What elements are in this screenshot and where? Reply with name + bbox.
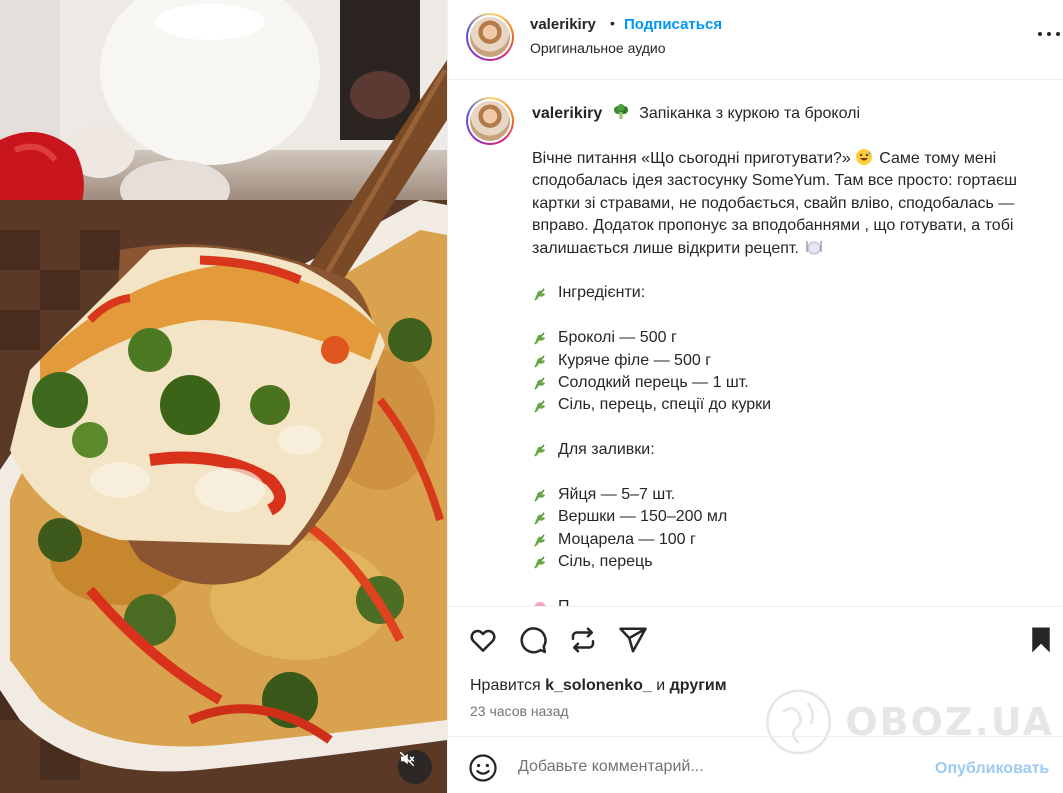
- herb-icon: [534, 512, 545, 524]
- caption-intro: Вічне питання «Що сьогодні приготувати?»…: [532, 148, 1052, 260]
- ingredient-item: Солодкий перець — 1 шт.: [532, 372, 1052, 394]
- post-panel: valerikiry • Подписаться Оригинальное ау…: [447, 0, 1063, 793]
- casserole-photo: [0, 0, 447, 793]
- ingredient-item: Броколі — 500 г: [532, 327, 1052, 349]
- likes-others-link[interactable]: другим: [670, 677, 727, 694]
- likes-summary: Нравится k_solonenko_ и другим: [470, 677, 727, 695]
- comment-bar: Опубликовать: [448, 736, 1063, 793]
- herb-icon: [534, 355, 545, 368]
- herb-icon: [534, 377, 545, 390]
- herb-icon: [534, 444, 545, 457]
- comment-icon[interactable]: [518, 625, 548, 655]
- ingredient-item: Сіль, перець, спеції до курки: [532, 394, 1052, 416]
- follow-button[interactable]: Подписаться: [624, 16, 722, 33]
- comment-input[interactable]: [518, 749, 918, 785]
- ingredient-text: Сіль, перець, спеції до курки: [558, 396, 772, 414]
- broccoli-icon: [613, 104, 628, 119]
- likes-prefix: Нравится: [470, 677, 541, 694]
- caption-avatar[interactable]: [466, 97, 514, 145]
- ingredient-item: Куряче філе — 500 г: [532, 350, 1052, 372]
- ingredient-text: Солодкий перець — 1 шт.: [558, 373, 749, 391]
- likes-and: и: [656, 677, 666, 694]
- caption-title: Запіканка з куркою та броколі: [639, 105, 861, 122]
- filling-heading-text: Для заливки:: [558, 441, 655, 459]
- herb-icon: [534, 489, 545, 502]
- filling-text: Сіль, перець: [558, 553, 653, 571]
- action-bar: Нравится k_solonenko_ и другим 23 часов …: [448, 606, 1063, 755]
- ingredient-text: Броколі — 500 г: [558, 329, 677, 347]
- caption-username[interactable]: valerikiry: [532, 105, 602, 122]
- intro-text-1: Вічне питання «Що сьогодні приготувати?»: [532, 150, 851, 167]
- plate-with-cutlery-icon: [806, 240, 822, 255]
- ingredients-heading-text: Інгредієнти:: [558, 284, 646, 302]
- filling-text: Вершки — 150–200 мл: [558, 508, 728, 526]
- likes-user-link[interactable]: k_solonenko_: [545, 677, 652, 694]
- filling-text: Моцарела — 100 г: [558, 530, 696, 548]
- filling-heading: Для заливки:: [532, 439, 1052, 461]
- avatar[interactable]: [466, 13, 514, 61]
- filling-item: Сіль, перець: [532, 551, 1052, 573]
- post-header: valerikiry • Подписаться Оригинальное ау…: [448, 0, 1063, 80]
- emoji-icon[interactable]: [468, 753, 498, 783]
- herb-icon: [534, 534, 545, 547]
- mute-button[interactable]: [398, 750, 432, 784]
- grinning-sweat-face-icon: [855, 149, 872, 165]
- share-icon[interactable]: [618, 625, 648, 655]
- herb-icon: [534, 556, 545, 569]
- filling-item: Яйця — 5–7 шт.: [532, 484, 1052, 506]
- ingredients-heading: Інгредієнти:: [532, 282, 1052, 304]
- herb-icon: [534, 400, 545, 413]
- cooking-icon: [534, 602, 546, 606]
- filling-text: Яйця — 5–7 шт.: [558, 485, 676, 503]
- filling-item: Моцарела — 100 г: [532, 529, 1052, 551]
- heart-icon[interactable]: [468, 625, 498, 655]
- caption-area: valerikiry Запіканка з куркою та броколі…: [448, 81, 1063, 606]
- caption-body: Вічне питання «Що сьогодні приготувати?»…: [532, 148, 1052, 606]
- herb-icon: [534, 332, 545, 345]
- ingredient-text: Куряче філе — 500 г: [558, 351, 712, 369]
- post-media[interactable]: [0, 0, 447, 793]
- publish-button[interactable]: Опубликовать: [935, 760, 1049, 778]
- bookmark-icon[interactable]: [1026, 625, 1056, 655]
- speaker-muted-icon: [399, 751, 415, 767]
- repost-icon[interactable]: [568, 625, 598, 655]
- next-line-partial: П: [532, 596, 1052, 606]
- herb-icon: [534, 288, 545, 301]
- header-username[interactable]: valerikiry: [530, 16, 596, 33]
- header-separator: •: [610, 15, 615, 31]
- more-options-icon[interactable]: [1038, 32, 1060, 38]
- next-line-text: П: [558, 596, 570, 606]
- filling-item: Вершки — 150–200 мл: [532, 506, 1052, 528]
- post-timestamp[interactable]: 23 часов назад: [470, 703, 569, 719]
- audio-label[interactable]: Оригинальное аудио: [530, 40, 666, 56]
- caption-head: valerikiry Запіканка з куркою та броколі: [532, 104, 860, 124]
